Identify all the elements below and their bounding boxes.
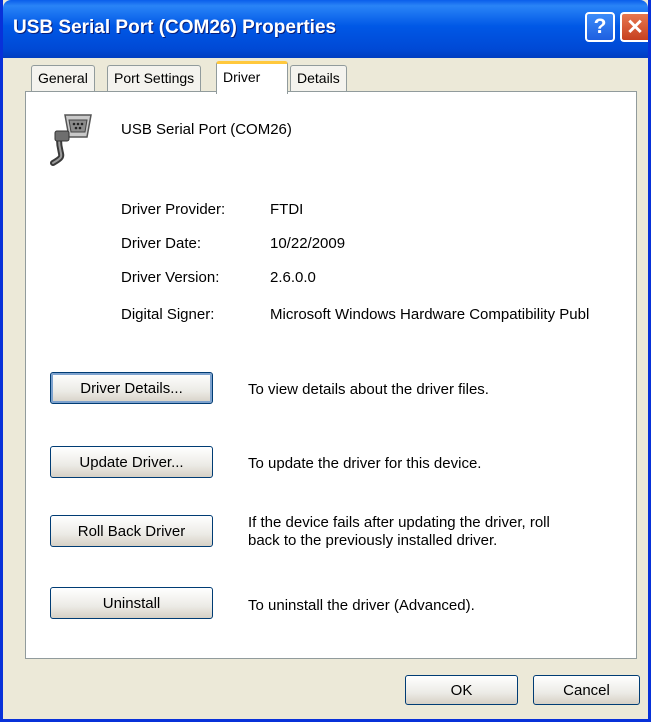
title-bar[interactable]: USB Serial Port (COM26) Properties ? ✕: [3, 0, 648, 58]
help-icon: ?: [593, 15, 607, 38]
help-button[interactable]: ?: [585, 12, 615, 42]
driver-date-label: Driver Date:: [121, 235, 202, 252]
tab-port-settings[interactable]: Port Settings: [107, 65, 202, 91]
digital-signer-label: Digital Signer:: [121, 306, 215, 323]
uninstall-description: To uninstall the driver (Advanced).: [248, 597, 475, 614]
update-driver-description: To update the driver for this device.: [248, 455, 482, 472]
driver-version-value: 2.6.0.0: [270, 269, 316, 286]
driver-provider-value: FTDI: [270, 201, 304, 218]
cancel-button[interactable]: Cancel: [533, 675, 640, 705]
driver-provider-label: Driver Provider:: [121, 201, 226, 218]
window-title: USB Serial Port (COM26) Properties: [13, 17, 337, 38]
update-driver-button[interactable]: Update Driver...: [50, 446, 213, 478]
tab-driver[interactable]: Driver: [216, 61, 288, 94]
tab-general[interactable]: General: [31, 65, 95, 91]
close-icon: ✕: [626, 15, 644, 39]
ok-button[interactable]: OK: [405, 675, 518, 705]
driver-date-value: 10/22/2009: [270, 235, 346, 252]
close-button[interactable]: ✕: [620, 12, 648, 42]
driver-details-button[interactable]: Driver Details...: [50, 372, 213, 404]
digital-signer-value: Microsoft Windows Hardware Compatibility…: [270, 306, 590, 323]
driver-details-description: To view details about the driver files.: [248, 381, 489, 398]
device-name: USB Serial Port (COM26): [121, 121, 292, 138]
roll-back-driver-button[interactable]: Roll Back Driver: [50, 515, 213, 547]
tab-details[interactable]: Details: [290, 65, 347, 91]
roll-back-description-line2: back to the previously installed driver.: [248, 532, 498, 549]
serial-port-icon: [50, 114, 92, 166]
roll-back-description-line1: If the device fails after updating the d…: [248, 514, 550, 531]
driver-version-label: Driver Version:: [121, 269, 220, 286]
uninstall-button[interactable]: Uninstall: [50, 587, 213, 619]
